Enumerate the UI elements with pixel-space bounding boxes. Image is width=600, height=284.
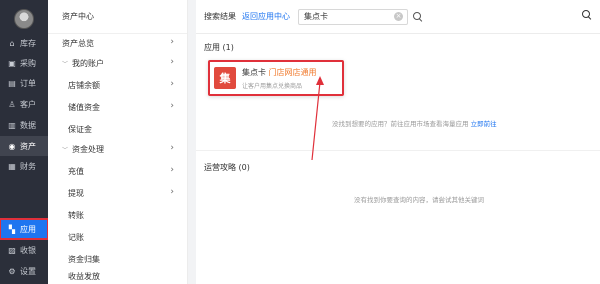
nav-item-cashier[interactable]: ▨ 收银 — [0, 240, 48, 260]
submenu-item-label: 提现 — [68, 188, 84, 198]
cashier-icon: ▨ — [8, 245, 16, 255]
submenu-item-stored-value[interactable]: 储值资金 › — [48, 96, 188, 118]
asset-submenu: 资产中心 资产总览 › ﹀ 我的账户 › 店铺余额 › 储值资金 › 保证金 ﹀… — [48, 0, 188, 284]
submenu-title: 资产中心 — [48, 0, 187, 34]
submenu-item-recharge[interactable]: 充值 › — [48, 160, 188, 182]
user-icon: ♙ — [8, 99, 16, 109]
nav-item-orders[interactable]: ▤ 订单 — [0, 73, 48, 93]
nav-item-label: 资产 — [20, 141, 36, 151]
chevron-right-icon: › — [170, 165, 174, 175]
nav-item-apps[interactable]: ▚ 应用 — [0, 218, 49, 240]
main-nav: ⌂ 库存 ▣ 采购 ▤ 订单 ♙ 客户 ▥ 数据 ◉ 资产 ▦ 财务 ▚ 应用 — [0, 0, 49, 284]
order-icon: ▤ — [8, 78, 16, 88]
submenu-item-label: 资金归集 — [68, 254, 100, 264]
submenu-item-withdraw[interactable]: 提现 › — [48, 182, 188, 204]
submenu-item-overview[interactable]: 资产总览 › — [48, 32, 188, 54]
submenu-item-deposit[interactable]: 保证金 — [48, 118, 188, 140]
submenu-item-label: 我的账户 — [72, 58, 104, 68]
app-root: ⌂ 库存 ▣ 采购 ▤ 订单 ♙ 客户 ▥ 数据 ◉ 资产 ▦ 财务 ▚ 应用 — [0, 0, 600, 284]
nav-item-label: 客户 — [20, 99, 36, 109]
submenu-item-label: 转账 — [68, 210, 84, 220]
shop-icon: ▣ — [8, 58, 16, 68]
nav-item-label: 采购 — [20, 58, 36, 68]
submenu-item-label: 充值 — [68, 166, 84, 176]
submenu-group-my-account[interactable]: ﹀ 我的账户 › — [48, 52, 188, 74]
nav-item-customers[interactable]: ♙ 客户 — [0, 94, 48, 114]
nav-item-inventory[interactable]: ⌂ 库存 — [0, 33, 48, 53]
submenu-item-fund-collection[interactable]: 资金归集 — [48, 248, 188, 270]
nav-item-label: 应用 — [20, 224, 36, 234]
submenu-item-label: 店铺余额 — [68, 80, 100, 90]
arrow-shaft — [311, 81, 321, 161]
avatar[interactable] — [14, 9, 34, 29]
chevron-down-icon: ﹀ — [62, 60, 69, 68]
apps-icon: ▚ — [8, 224, 16, 234]
chevron-right-icon: › — [170, 37, 174, 47]
chevron-down-icon: ﹀ — [62, 146, 69, 154]
submenu-item-label: 资产总览 — [62, 38, 94, 48]
submenu-item-store-balance[interactable]: 店铺余额 › — [48, 74, 188, 96]
nav-item-label: 财务 — [20, 161, 36, 171]
chevron-right-icon: › — [170, 187, 174, 197]
nav-item-label: 数据 — [20, 120, 36, 130]
nav-item-assets[interactable]: ◉ 资产 — [0, 136, 48, 156]
nav-item-label: 设置 — [20, 266, 36, 276]
chevron-right-icon: › — [170, 57, 174, 67]
submenu-item-transfer[interactable]: 转账 — [48, 204, 188, 226]
submenu-item-revenue-payout[interactable]: 收益发放 — [48, 269, 188, 284]
chevron-right-icon: › — [170, 79, 174, 89]
submenu-item-label: 保证金 — [68, 124, 92, 134]
nav-item-label: 订单 — [20, 78, 36, 88]
submenu-group-funds[interactable]: ﹀ 资金处理 › — [48, 138, 188, 160]
nav-item-data[interactable]: ▥ 数据 — [0, 115, 48, 135]
search-results-panel: 搜索结果 返回应用中心 集点卡 × 应用 (1) 集 集点卡 门店网店通用 让客… — [196, 0, 600, 284]
submenu-item-bookkeeping[interactable]: 记账 — [48, 226, 188, 248]
nav-item-purchase[interactable]: ▣ 采购 — [0, 53, 48, 73]
nav-item-finance[interactable]: ▦ 财务 — [0, 156, 48, 176]
home-icon: ⌂ — [9, 38, 15, 48]
submenu-item-label: 资金处理 — [72, 144, 104, 154]
submenu-item-label: 收益发放 — [68, 272, 100, 281]
arrow-head — [316, 76, 324, 85]
nav-item-label: 收银 — [20, 245, 36, 255]
nav-item-label: 库存 — [20, 38, 36, 48]
annotation-arrow — [311, 76, 324, 161]
nav-item-settings[interactable]: ⚙ 设置 — [0, 261, 48, 281]
submenu-item-label: 记账 — [68, 232, 84, 242]
chart-icon: ▥ — [8, 120, 16, 130]
chevron-right-icon: › — [170, 143, 174, 153]
chevron-right-icon: › — [170, 101, 174, 111]
settings-icon: ⚙ — [8, 266, 16, 276]
finance-icon: ▦ — [8, 161, 16, 171]
asset-icon: ◉ — [8, 141, 16, 151]
submenu-item-label: 储值资金 — [68, 102, 100, 112]
